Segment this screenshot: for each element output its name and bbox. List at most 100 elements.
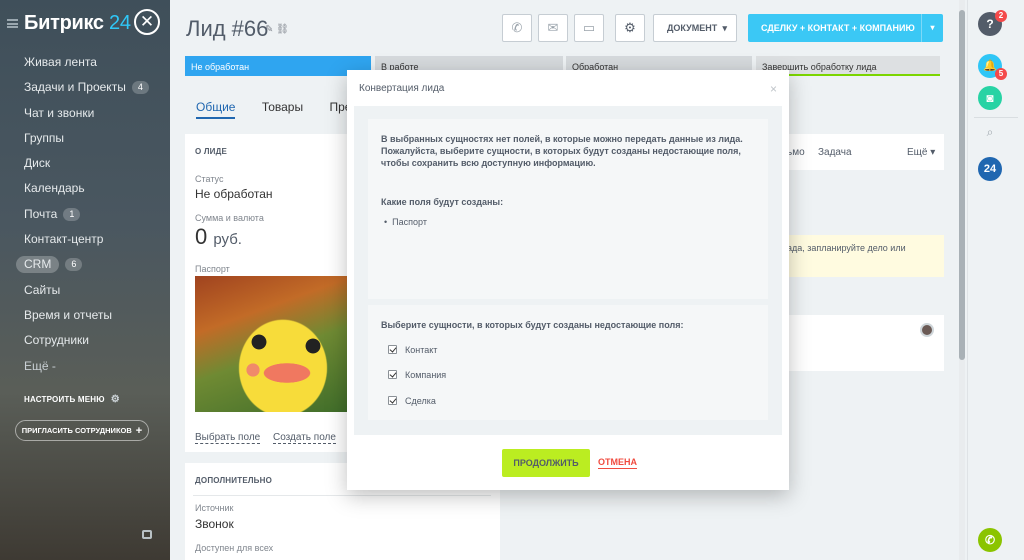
logo-number: 24 (109, 12, 131, 34)
stage-label: Не обработан (191, 62, 250, 72)
sidebar-item-groups[interactable]: Группы (0, 126, 170, 151)
sidebar-item-label: Ещё - (24, 358, 56, 373)
field-item-label: Паспорт (392, 217, 427, 227)
entity-contact[interactable]: Контакт (388, 345, 437, 355)
extra-heading: ДОПОЛНИТЕЛЬНО (195, 476, 273, 485)
tab-email[interactable]: ьмо (787, 147, 805, 158)
entity-company[interactable]: Компания (388, 370, 446, 380)
info-panel: В выбранных сущностях нет полей, в котор… (368, 119, 768, 299)
tab-more[interactable]: Ещё ▾ (907, 147, 935, 158)
sidebar-item-label: Контакт-центр (24, 232, 104, 247)
sidebar-item-employees[interactable]: Сотрудники (0, 328, 170, 353)
pencil-icon[interactable]: ✎ (265, 24, 273, 35)
select-field-link[interactable]: Выбрать поле (195, 432, 261, 444)
left-sidebar: Битрикс 24 ✕ Живая лента Задачи и Проект… (0, 0, 170, 560)
document-label: ДОКУМЕНТ (667, 23, 718, 33)
checkbox-checked-icon[interactable] (388, 345, 397, 354)
envelope-icon: ✉ (547, 20, 559, 35)
sidebar-item-calendar[interactable]: Календарь (0, 176, 170, 201)
link-icon[interactable]: ⛓ (276, 24, 289, 35)
counter-badge: 4 (131, 81, 149, 95)
chat-icon[interactable]: ◙ (978, 86, 1002, 110)
gear-icon: ⚙ (110, 394, 120, 405)
entities-heading: Выберите сущности, в которых будут созда… (381, 320, 684, 330)
close-icon[interactable]: × (770, 82, 777, 96)
phone-icon[interactable]: ✆ (978, 528, 1002, 552)
chevron-down-icon[interactable]: ▾ (921, 14, 943, 42)
sidebar-item-label: Время и отчеты (24, 307, 113, 322)
bell-badge: 5 (995, 68, 1007, 80)
convert-button[interactable]: СДЕЛКУ + КОНТАКТ + КОМПАНИЮ ▾ (748, 14, 943, 42)
dialog-title: Конвертация лида (359, 83, 445, 94)
sidebar-item-label: Сотрудники (24, 333, 89, 348)
call-button[interactable]: ✆ (502, 14, 532, 42)
hint-text: ада, запланируйте дело или (787, 243, 906, 253)
sidebar-item-label: Календарь (24, 181, 85, 196)
scrollbar[interactable] (959, 0, 965, 560)
sidebar-item-time-reports[interactable]: Время и отчеты (0, 303, 170, 328)
sidebar-item-disk[interactable]: Диск (0, 151, 170, 176)
plus-icon: + (135, 425, 143, 437)
sidebar-item-sites[interactable]: Сайты (0, 278, 170, 303)
sidebar-item-label: Почта (24, 206, 58, 221)
stage-new[interactable]: Не обработан (185, 56, 371, 76)
entity-label: Сделка (405, 396, 436, 406)
convert-lead-dialog: Конвертация лида × В выбранных сущностях… (347, 70, 789, 490)
search-icon[interactable]: ⌕ (978, 120, 1002, 144)
source-value[interactable]: Звонок (195, 517, 234, 531)
passport-image[interactable] (195, 276, 351, 412)
sidebar-item-label: Задачи и Проекты (24, 80, 126, 95)
dialog-body: В выбранных сущностях нет полей, в котор… (354, 106, 782, 435)
logo[interactable]: Битрикс 24 (24, 12, 131, 35)
checkbox-checked-icon[interactable] (388, 396, 397, 405)
dialog-message: В выбранных сущностях нет полей, в котор… (381, 134, 743, 168)
chat-button[interactable]: ▭ (574, 14, 604, 42)
tab-task[interactable]: Задача (818, 147, 852, 158)
sidebar-item-mail[interactable]: Почта 1 (0, 202, 170, 227)
tab-general[interactable]: Общие (196, 100, 236, 119)
invite-label: ПРИГЛАСИТЬ СОТРУДНИКОВ (21, 426, 132, 435)
settings-button[interactable]: ⚙ (615, 14, 645, 42)
scrollbar-thumb[interactable] (959, 10, 965, 360)
convert-label: СДЕЛКУ + КОНТАКТ + КОМПАНИЮ (761, 23, 915, 33)
cancel-button[interactable]: ОТМЕНА (598, 457, 637, 469)
menu-icon[interactable] (7, 19, 18, 28)
sum-amount: 0 (195, 224, 208, 249)
entities-panel: Выберите сущности, в которых будут созда… (368, 305, 768, 420)
sidebar-item-more[interactable]: Ещё - (0, 354, 170, 379)
help-badge: 2 (995, 10, 1007, 22)
logo-text: Битрикс (24, 12, 104, 34)
b24-icon[interactable]: 24 (978, 157, 1002, 181)
printer-icon[interactable] (142, 530, 152, 539)
configure-menu-label: НАСТРОИТЬ МЕНЮ (24, 395, 105, 404)
email-button[interactable]: ✉ (538, 14, 568, 42)
chat-icon: ▭ (582, 20, 596, 35)
activity-hint: ада, запланируйте дело или (787, 235, 944, 277)
status-value[interactable]: Не обработан (195, 187, 273, 201)
sidebar-item-tasks[interactable]: Задачи и Проекты 4 (0, 75, 170, 100)
create-field-link[interactable]: Создать поле (273, 432, 336, 444)
activity-item (787, 315, 944, 371)
continue-button[interactable]: ПРОДОЛЖИТЬ (502, 449, 590, 477)
tab-products[interactable]: Товары (262, 100, 303, 114)
sidebar-item-chat[interactable]: Чат и звонки (0, 101, 170, 126)
status-label: Статус (195, 174, 224, 184)
close-slider-button[interactable]: ✕ (134, 9, 160, 35)
sidebar-item-label: Диск (24, 156, 51, 171)
invite-employees-button[interactable]: ПРИГЛАСИТЬ СОТРУДНИКОВ + (15, 420, 149, 441)
about-heading: О ЛИДЕ (195, 147, 228, 156)
sidebar-item-feed[interactable]: Живая лента (0, 50, 170, 75)
sum-value[interactable]: 0 руб. (195, 224, 242, 250)
configure-menu-button[interactable]: НАСТРОИТЬ МЕНЮ ⚙ (24, 394, 120, 405)
document-button[interactable]: ДОКУМЕНТ ▾ (653, 14, 737, 42)
fields-heading: Какие поля будут созданы: (381, 197, 504, 207)
sidebar-item-label: Живая лента (24, 55, 97, 69)
sidebar-item-crm[interactable]: CRM 6 (0, 252, 170, 277)
checkbox-checked-icon[interactable] (388, 370, 397, 379)
gear-icon: ⚙ (624, 20, 636, 35)
avatar[interactable] (920, 323, 934, 337)
activity-tabs: ьмо Задача Ещё ▾ (787, 134, 944, 170)
entity-deal[interactable]: Сделка (388, 396, 436, 406)
sidebar-item-contact-center[interactable]: Контакт-центр (0, 227, 170, 252)
title-actions: ✎ ⛓ (265, 24, 289, 35)
